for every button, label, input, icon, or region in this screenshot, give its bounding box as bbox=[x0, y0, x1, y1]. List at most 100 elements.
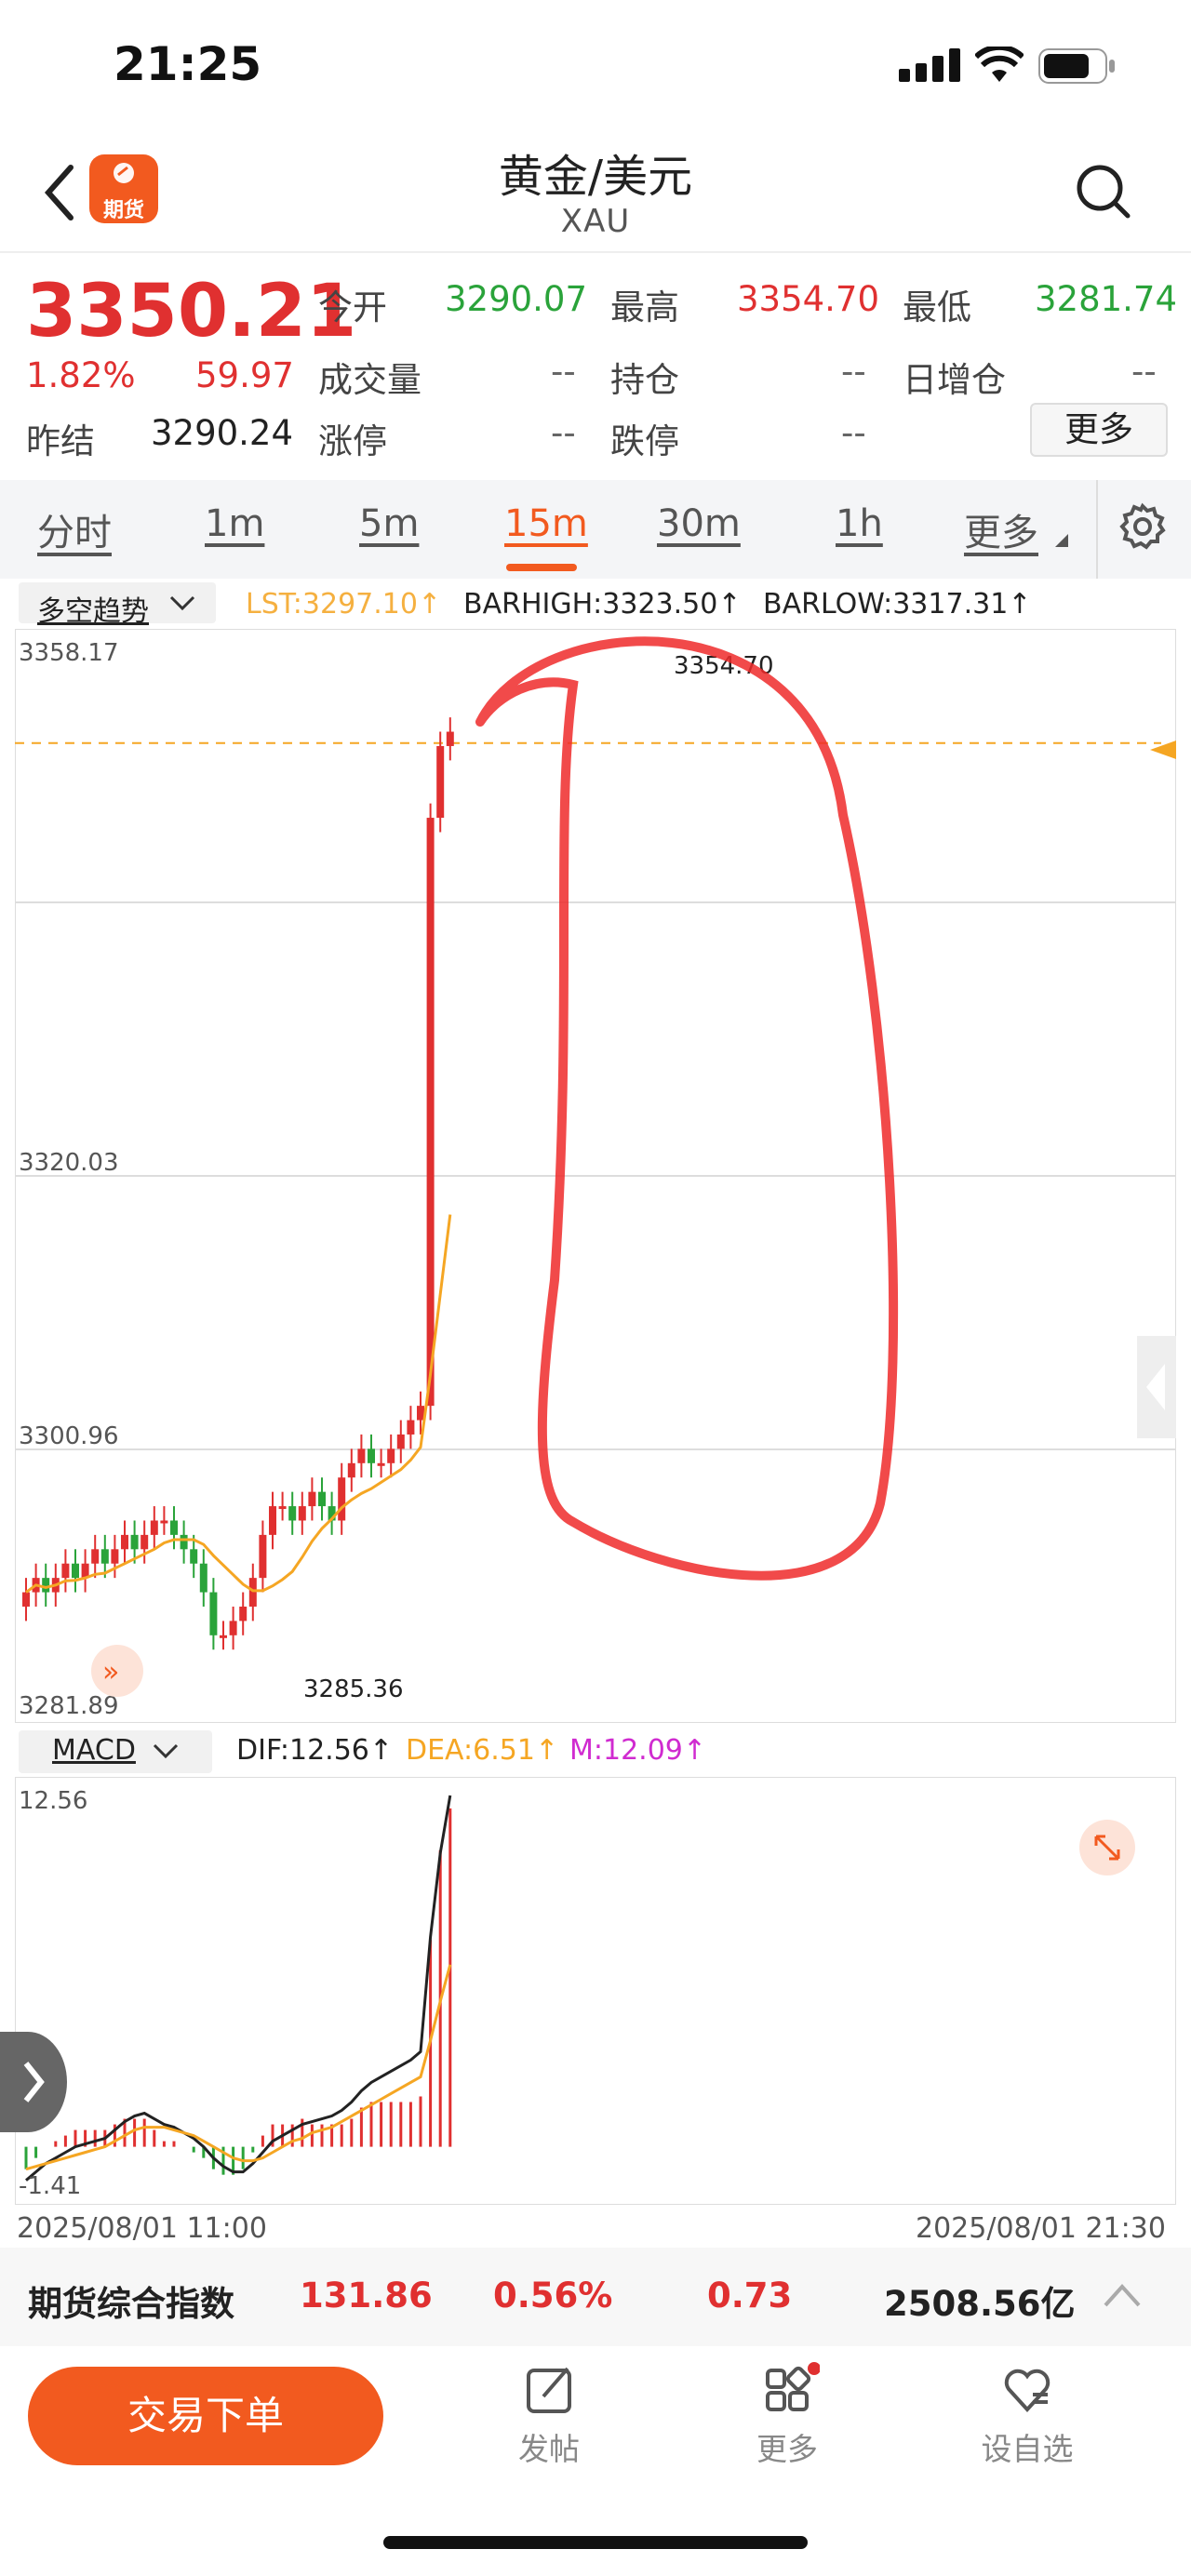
index-amount: 2508.56亿 bbox=[884, 2284, 1076, 2324]
y-tick-label: 3281.89 bbox=[19, 1692, 119, 1720]
candle bbox=[61, 1563, 70, 1579]
daily-add-value: -- bbox=[1131, 352, 1157, 392]
volume-label: 成交量 bbox=[318, 360, 422, 400]
settings-gear-icon[interactable] bbox=[1118, 502, 1167, 551]
candle bbox=[288, 1506, 297, 1521]
candle bbox=[42, 1578, 50, 1593]
barlow-value: BARLOW:3317.31↑ bbox=[763, 588, 1032, 621]
barhigh-value: BARHIGH:3323.50↑ bbox=[463, 588, 742, 621]
tab-15m[interactable]: 15m bbox=[504, 502, 588, 545]
open-label: 今开 bbox=[318, 287, 387, 327]
candle bbox=[229, 1621, 237, 1635]
kline-chart[interactable]: 3358.17 3320.03 3300.96 3281.89 3354.70 … bbox=[15, 629, 1176, 1723]
home-indicator bbox=[383, 2536, 808, 2549]
macd-selector-label: MACD bbox=[52, 1734, 136, 1767]
candle bbox=[141, 1534, 149, 1550]
page-subtitle: XAU bbox=[560, 203, 631, 240]
dif-value: DIF:12.56↑ bbox=[236, 1734, 394, 1767]
battery-icon bbox=[1038, 48, 1115, 84]
watchlist-label: 设自选 bbox=[981, 2431, 1074, 2467]
candle bbox=[209, 1592, 218, 1635]
left-drawer-handle[interactable] bbox=[0, 2032, 67, 2132]
candle bbox=[446, 731, 454, 746]
search-icon[interactable] bbox=[1076, 164, 1131, 220]
low-value: 3281.74 bbox=[1035, 279, 1178, 319]
y-tick-label: 3320.03 bbox=[19, 1149, 119, 1177]
limit-down-label: 跌停 bbox=[610, 421, 679, 461]
x-axis-end: 2025/08/01 21:30 bbox=[916, 2212, 1166, 2245]
futures-app-logo: 期货 bbox=[89, 154, 158, 223]
logo-icon bbox=[114, 163, 134, 183]
post-button[interactable]: 发帖 bbox=[484, 2361, 614, 2469]
min-price-annotation: 3285.36 bbox=[303, 1675, 404, 1703]
candle bbox=[121, 1534, 128, 1550]
index-name: 期货综合指数 bbox=[28, 2284, 234, 2324]
candle bbox=[190, 1549, 198, 1564]
candle bbox=[338, 1477, 346, 1521]
tab-timeshare[interactable]: 分时 bbox=[37, 502, 112, 556]
y-tick-label: -1.41 bbox=[19, 2172, 81, 2200]
candle bbox=[130, 1534, 139, 1550]
candle bbox=[259, 1534, 267, 1579]
apps-grid-icon bbox=[766, 2362, 821, 2411]
y-tick-label: 12.56 bbox=[19, 1787, 87, 1815]
status-clock: 21:25 bbox=[114, 37, 262, 91]
candle bbox=[22, 1592, 30, 1607]
candle bbox=[407, 1420, 415, 1435]
chevron-down-icon bbox=[153, 1743, 179, 1759]
post-label: 发帖 bbox=[518, 2431, 580, 2467]
candle bbox=[426, 818, 435, 1407]
position-value: -- bbox=[841, 352, 866, 392]
candle bbox=[269, 1506, 276, 1535]
candle bbox=[357, 1448, 366, 1463]
volume-value: -- bbox=[551, 352, 576, 392]
limit-up-value: -- bbox=[551, 413, 576, 453]
change-value: 59.97 bbox=[195, 355, 294, 395]
candle bbox=[220, 1635, 227, 1638]
lst-value: LST:3297.10↑ bbox=[246, 588, 442, 621]
tab-1h[interactable]: 1h bbox=[836, 502, 883, 545]
heart-list-icon bbox=[1004, 2369, 1050, 2412]
candle bbox=[278, 1506, 287, 1510]
limit-up-label: 涨停 bbox=[318, 421, 387, 461]
dea-value: DEA:6.51↑ bbox=[406, 1734, 559, 1767]
daily-add-label: 日增仓 bbox=[903, 360, 1006, 400]
signal-icon bbox=[899, 48, 960, 82]
page-title: 黄金/美元 bbox=[498, 151, 693, 203]
open-value: 3290.07 bbox=[445, 279, 588, 319]
candle bbox=[396, 1434, 405, 1449]
candle bbox=[318, 1491, 326, 1507]
more-nav-button[interactable]: 更多 bbox=[722, 2361, 852, 2469]
candle bbox=[298, 1506, 306, 1521]
candle bbox=[180, 1534, 188, 1550]
last-price: 3350.21 bbox=[26, 270, 357, 354]
candle bbox=[170, 1520, 178, 1535]
candle bbox=[248, 1578, 257, 1607]
low-label: 最低 bbox=[903, 287, 971, 327]
indicator-selector-label: 多空趋势 bbox=[37, 595, 149, 628]
add-watchlist-button[interactable]: 设自选 bbox=[962, 2361, 1092, 2469]
tab-5m[interactable]: 5m bbox=[359, 502, 419, 545]
divider bbox=[0, 251, 1191, 253]
index-pct: 0.56% bbox=[493, 2276, 613, 2316]
tab-more[interactable]: 更多 bbox=[964, 502, 1038, 556]
chevron-down-icon bbox=[169, 595, 195, 611]
tab-1m[interactable]: 1m bbox=[205, 502, 264, 545]
prev-settle-label: 昨结 bbox=[26, 421, 95, 461]
candle bbox=[377, 1462, 385, 1466]
back-button[interactable] bbox=[37, 160, 84, 225]
chevron-up-icon[interactable] bbox=[1104, 2283, 1141, 2307]
macd-chart[interactable]: 12.56 -1.41 bbox=[15, 1777, 1176, 2205]
double-chevron-icon: » bbox=[102, 1656, 119, 1688]
m-value: M:12.09↑ bbox=[569, 1734, 707, 1767]
tab-30m[interactable]: 30m bbox=[657, 502, 741, 545]
candle bbox=[160, 1520, 168, 1524]
index-change: 0.73 bbox=[707, 2276, 793, 2316]
prev-settle-value: 3290.24 bbox=[151, 413, 294, 453]
x-axis-start: 2025/08/01 11:00 bbox=[17, 2212, 267, 2245]
change-pct: 1.82% bbox=[26, 355, 136, 395]
trade-order-button[interactable]: 交易下单 bbox=[28, 2367, 383, 2465]
position-label: 持仓 bbox=[610, 360, 679, 400]
more-quote-button[interactable]: 更多 bbox=[1030, 403, 1168, 457]
candle bbox=[72, 1563, 79, 1579]
